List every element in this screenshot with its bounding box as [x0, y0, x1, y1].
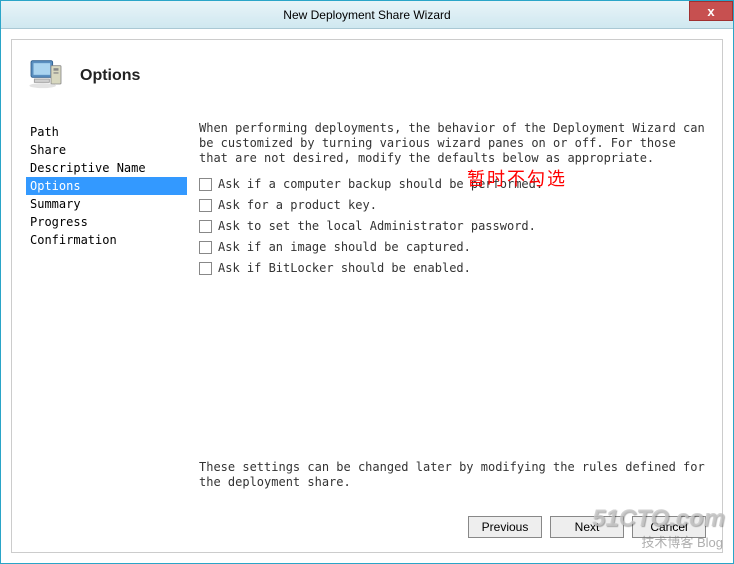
next-button[interactable]: Next: [550, 516, 624, 538]
checkbox-admin-password[interactable]: [199, 220, 212, 233]
checkbox-row-image-capture: Ask if an image should be captured.: [199, 239, 706, 255]
wizard-header: Options: [12, 40, 722, 105]
nav-item-summary[interactable]: Summary: [26, 195, 187, 213]
checkbox-label: Ask for a product key.: [218, 197, 377, 213]
nav-item-confirmation[interactable]: Confirmation: [26, 231, 187, 249]
checkbox-backup[interactable]: [199, 178, 212, 191]
checkbox-label: Ask to set the local Administrator passw…: [218, 218, 536, 234]
nav-item-descriptive-name[interactable]: Descriptive Name: [26, 159, 187, 177]
checkbox-label: Ask if an image should be captured.: [218, 239, 471, 255]
wizard-content: Options Path Share Descriptive Name Opti…: [11, 39, 723, 553]
close-button[interactable]: x: [689, 1, 733, 21]
checkbox-row-backup: Ask if a computer backup should be perfo…: [199, 176, 706, 192]
nav-item-path[interactable]: Path: [26, 123, 187, 141]
checkbox-label: Ask if BitLocker should be enabled.: [218, 260, 471, 276]
computer-icon: [26, 54, 66, 97]
nav-steps: Path Share Descriptive Name Options Summ…: [12, 105, 187, 552]
nav-item-progress[interactable]: Progress: [26, 213, 187, 231]
checkbox-bitlocker[interactable]: [199, 262, 212, 275]
footer-note: These settings can be changed later by m…: [199, 460, 706, 490]
description-text: When performing deployments, the behavio…: [199, 121, 706, 166]
nav-item-share[interactable]: Share: [26, 141, 187, 159]
page-title: Options: [80, 67, 140, 85]
main-area: Path Share Descriptive Name Options Summ…: [12, 105, 722, 552]
checkbox-image-capture[interactable]: [199, 241, 212, 254]
annotation-text: 暂时不勾选: [467, 165, 567, 191]
checkbox-row-product-key: Ask for a product key.: [199, 197, 706, 213]
close-icon: x: [707, 4, 714, 19]
cancel-button[interactable]: Cancel: [632, 516, 706, 538]
previous-button[interactable]: Previous: [468, 516, 542, 538]
checkbox-product-key[interactable]: [199, 199, 212, 212]
nav-item-options[interactable]: Options: [26, 177, 187, 195]
right-pane: When performing deployments, the behavio…: [187, 105, 722, 552]
checkbox-row-bitlocker: Ask if BitLocker should be enabled.: [199, 260, 706, 276]
titlebar: New Deployment Share Wizard x: [1, 1, 733, 29]
window-title: New Deployment Share Wizard: [283, 8, 450, 22]
button-row: Previous Next Cancel: [468, 516, 706, 538]
checkbox-row-admin-password: Ask to set the local Administrator passw…: [199, 218, 706, 234]
